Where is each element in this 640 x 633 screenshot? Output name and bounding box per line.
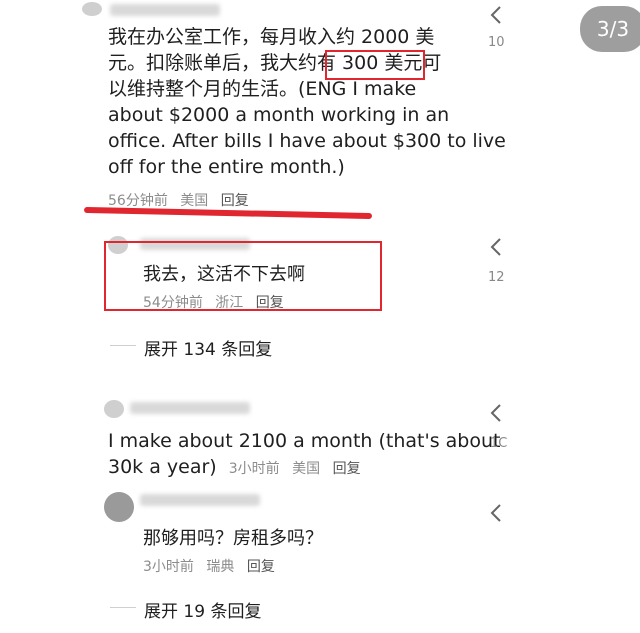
comment-line: office. After bills I have about $300 to… — [108, 130, 506, 152]
like-icon[interactable] — [486, 4, 506, 26]
comment-1-text: 我在办公室工作，每月收入约 2000 美 元。扣除账单后，我大约有 300 美元… — [108, 24, 506, 180]
reply-button[interactable]: 回复 — [247, 559, 275, 575]
location: 美国 — [180, 193, 209, 209]
comment-line: I make about 2100 a month (that's about — [108, 430, 501, 452]
blurred-username — [140, 494, 260, 506]
comment-line: off for the entire month.) — [108, 156, 345, 178]
blurred-username — [130, 402, 250, 414]
comment-line: about $2000 a month working in an — [108, 104, 450, 126]
avatar[interactable] — [82, 2, 102, 16]
expand-replies-button[interactable]: 展开 19 条回复 — [144, 597, 261, 622]
expand-divider — [110, 345, 136, 346]
like-icon[interactable] — [486, 502, 506, 524]
comment-4-text: 那够用吗？房租多吗？ — [143, 528, 323, 549]
location: 浙江 — [215, 295, 244, 311]
reply-button[interactable]: 回复 — [221, 193, 249, 209]
reply-button[interactable]: 回复 — [256, 295, 284, 311]
location: 美国 — [292, 461, 321, 477]
comment-4-meta: 3小时前 瑞典 回复 — [143, 556, 283, 576]
expand-divider — [110, 607, 136, 608]
like-count: 10 — [488, 35, 505, 50]
comment-3-meta: 3小时前 美国 回复 — [229, 461, 369, 477]
like-count: 12 — [488, 270, 505, 285]
location: 瑞典 — [206, 559, 235, 575]
comment-line: 我在办公室工作，每月收入约 2000 美 — [108, 26, 435, 48]
comment-line: 30k a year) — [108, 456, 217, 478]
avatar[interactable] — [104, 400, 124, 418]
timestamp: 3小时前 — [143, 559, 194, 575]
timestamp: 56分钟前 — [108, 193, 168, 209]
timestamp: 3小时前 — [228, 461, 280, 477]
page-indicator: 3/3 — [580, 6, 640, 52]
avatar[interactable] — [104, 492, 134, 522]
like-count: 1C — [490, 436, 508, 451]
highlight-box — [325, 50, 425, 80]
reply-button[interactable]: 回复 — [333, 461, 361, 477]
expand-replies-button[interactable]: 展开 134 条回复 — [144, 335, 272, 360]
like-icon[interactable] — [486, 402, 506, 424]
comment-line-with-meta: 30k a year) 3小时前 美国 回复 — [108, 454, 478, 482]
blurred-username — [110, 4, 220, 16]
comment-3-text: I make about 2100 a month (that's about … — [108, 428, 501, 482]
like-icon[interactable] — [486, 236, 506, 258]
comment-2-text: 我去，这活不下去啊 — [143, 264, 305, 285]
timestamp: 54分钟前 — [143, 295, 203, 311]
comment-2-meta: 54分钟前 浙江 回复 — [143, 292, 292, 312]
